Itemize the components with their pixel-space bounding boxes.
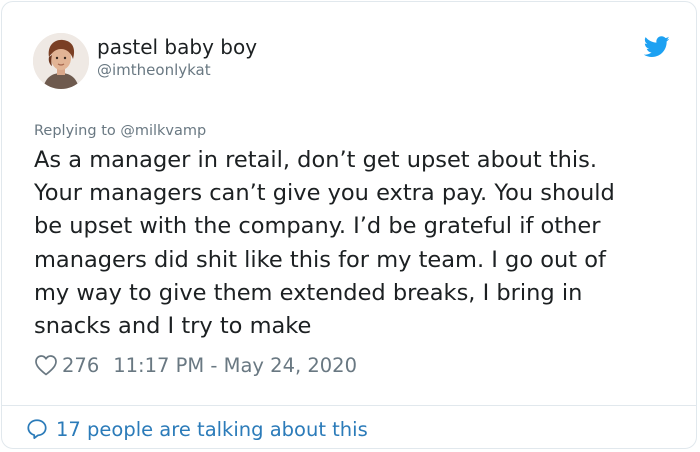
author-handle[interactable]: @imtheonlykat <box>97 61 211 79</box>
tweet-text-line: As a manager in retail, don’t get upset … <box>34 147 598 173</box>
author-display-name[interactable]: pastel baby boy <box>97 35 257 59</box>
tweet-text-line: Your managers can’t give you extra pay. … <box>34 180 615 207</box>
like-count[interactable]: 276 <box>62 354 99 377</box>
reply-context[interactable]: Replying to @milkvamp <box>34 123 206 139</box>
tweet-text: As a manager in retail, don’t get upset … <box>34 144 674 343</box>
tweet-text-line: snacks and I try to make <box>34 313 312 340</box>
conversation-link-label[interactable]: 17 people are talking about this <box>56 418 368 441</box>
tweet-card: pastel baby boy @imtheonlykat Replying t… <box>1 1 697 449</box>
divider <box>2 405 696 406</box>
twitter-bird-icon[interactable] <box>644 36 670 58</box>
conversation-link[interactable]: 17 people are talking about this <box>26 416 368 442</box>
speech-bubble-icon <box>27 419 47 440</box>
avatar[interactable] <box>33 33 89 89</box>
tweet-text-line: be upset with the company. I’d be gratef… <box>34 213 601 240</box>
tweet-timestamp[interactable]: 11:17 PM - May 24, 2020 <box>113 354 357 377</box>
heart-icon[interactable] <box>34 354 58 376</box>
tweet-meta: 276 11:17 PM - May 24, 2020 <box>34 352 357 378</box>
user-avatar-illustration <box>33 33 89 89</box>
tweet-text-line: managers did shit like this for my team.… <box>34 246 606 273</box>
tweet-text-line: my way to give them extended breaks, I b… <box>34 279 583 306</box>
